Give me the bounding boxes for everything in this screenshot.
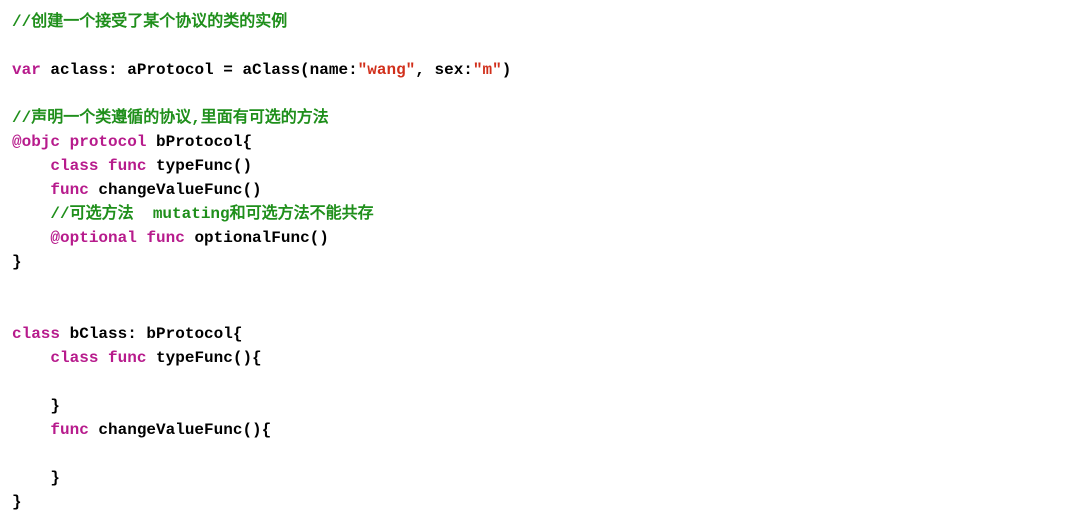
keyword-objc: @objc <box>12 133 60 151</box>
code-text: } <box>12 397 60 415</box>
code-text: typeFunc(){ <box>146 349 261 367</box>
keyword-func: func <box>50 181 88 199</box>
code-text <box>60 133 70 151</box>
code-block: //创建一个接受了某个协议的类的实例 var aclass: aProtocol… <box>12 10 1068 514</box>
code-text: , sex: <box>415 61 473 79</box>
indent <box>12 205 50 223</box>
code-text <box>98 349 108 367</box>
string-literal: "wang" <box>358 61 416 79</box>
keyword-class: class <box>50 157 98 175</box>
code-text: aclass: aProtocol = aClass(name: <box>41 61 358 79</box>
code-text: bClass: bProtocol{ <box>60 325 242 343</box>
comment-line: //声明一个类遵循的协议,里面有可选的方法 <box>12 109 329 127</box>
code-text: } <box>12 469 60 487</box>
keyword-class: class <box>12 325 60 343</box>
blank-line <box>12 445 89 463</box>
comment-line: //可选方法 mutating和可选方法不能共存 <box>50 205 373 223</box>
indent <box>12 421 50 439</box>
keyword-optional: @optional <box>50 229 136 247</box>
code-text: ) <box>502 61 512 79</box>
indent <box>12 181 50 199</box>
keyword-func: func <box>146 229 184 247</box>
code-text: changeValueFunc() <box>89 181 262 199</box>
indent <box>12 349 50 367</box>
comment-line: //创建一个接受了某个协议的类的实例 <box>12 13 287 31</box>
code-text: typeFunc() <box>146 157 252 175</box>
indent <box>12 229 50 247</box>
indent <box>12 157 50 175</box>
keyword-var: var <box>12 61 41 79</box>
code-text: } <box>12 253 22 271</box>
keyword-class: class <box>50 349 98 367</box>
code-text: } <box>12 493 22 511</box>
keyword-func: func <box>108 157 146 175</box>
code-text <box>137 229 147 247</box>
keyword-func: func <box>108 349 146 367</box>
code-text: bProtocol{ <box>146 133 252 151</box>
code-text: optionalFunc() <box>185 229 329 247</box>
keyword-protocol: protocol <box>70 133 147 151</box>
string-literal: "m" <box>473 61 502 79</box>
code-text <box>98 157 108 175</box>
code-text: changeValueFunc(){ <box>89 421 271 439</box>
blank-line <box>12 373 89 391</box>
keyword-func: func <box>50 421 88 439</box>
